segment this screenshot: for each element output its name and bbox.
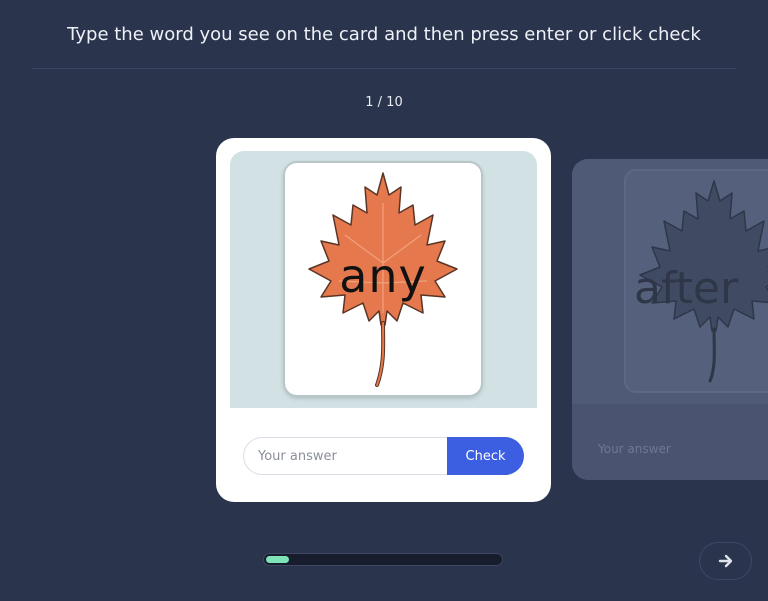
instruction-text: Type the word you see on the card and th… [67,24,701,45]
next-card-word: after [634,263,739,314]
card-word: any [339,249,427,303]
word-flashcard: any [285,163,481,395]
check-button[interactable]: Check [447,437,524,475]
answer-input[interactable] [243,437,467,475]
next-answer-placeholder: Your answer [598,442,671,456]
progress-fill [266,556,289,563]
next-card-image-area: after [572,159,768,404]
flashcard-current: any Check [216,138,551,502]
progress-bar [263,553,503,566]
answer-row: Check [243,437,524,475]
card-image-area: any [230,151,537,408]
arrow-right-icon [718,554,732,568]
card-counter: 1 / 10 [365,95,403,110]
divider [32,68,736,69]
flashcard-next: after Your answer [572,159,768,480]
next-card-button[interactable] [699,542,752,580]
next-word-flashcard: after [626,171,768,391]
